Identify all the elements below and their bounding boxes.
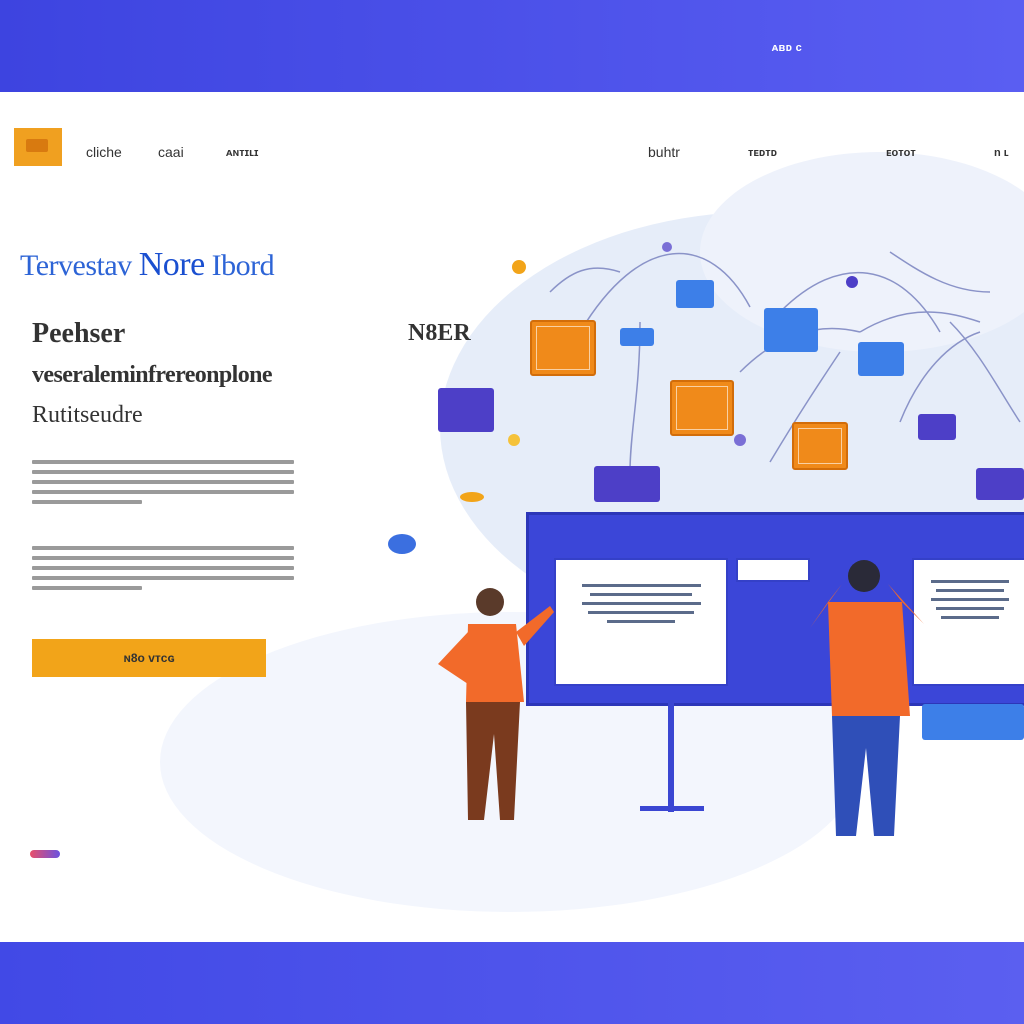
board-stand (640, 806, 704, 811)
nav-link-5[interactable]: ᴛᴇᴅᴛᴅ (748, 147, 777, 159)
cloud-icon (388, 534, 416, 554)
board-screen-label (922, 704, 1024, 740)
board-stand (668, 700, 674, 812)
person-pointing-illustration (438, 588, 554, 820)
nav-link-7[interactable]: n ʟ (994, 147, 1009, 159)
network-node-card (858, 342, 904, 376)
lightbulb-icon (512, 260, 526, 274)
slider-indicator[interactable] (30, 850, 60, 858)
network-node-card (438, 388, 494, 432)
network-node-card (594, 466, 660, 502)
person-thinking-illustration (810, 560, 924, 836)
bottom-band (0, 942, 1024, 1024)
network-node-card (620, 328, 654, 346)
nav-link-1[interactable]: cliche (86, 144, 122, 160)
board-screen (554, 558, 728, 686)
nav-link-4[interactable]: buhtr (648, 144, 680, 160)
network-node-card (670, 380, 734, 436)
cloud-icon (460, 492, 484, 502)
hero-subtitle-line1: Peehser (32, 318, 126, 349)
body-paragraph-1 (32, 460, 294, 510)
lightbulb-icon (508, 434, 520, 446)
network-node-card (792, 422, 848, 470)
network-node-card (918, 414, 956, 440)
hero-subtitle-line3: Rutitseudre (32, 402, 143, 428)
network-node-card (676, 280, 714, 308)
hero-subtitle-line2: veseraleminfrereonplone (32, 362, 273, 388)
hero-title-part3: Ibord (211, 249, 275, 282)
nav-link-3[interactable]: ᴀɴᴛɪʟɪ (226, 147, 259, 159)
hero-subtitle-right: N8ER (408, 320, 471, 346)
board-screen (736, 558, 810, 582)
network-node-card (530, 320, 596, 376)
node-dot-icon (662, 242, 672, 252)
top-band: ᴀʙᴅ ᴄ (0, 0, 1024, 92)
hero-title-part1: Tervestav (20, 249, 132, 282)
landing-page: cliche caai ᴀɴᴛɪʟɪ buhtr ᴛᴇᴅᴛᴅ ᴇᴏᴛᴏᴛ n ʟ… (0, 92, 1024, 942)
node-dot-icon (734, 434, 746, 446)
node-dot-icon (846, 276, 858, 288)
body-paragraph-2 (32, 546, 294, 596)
nav-link-2[interactable]: caai (158, 144, 184, 160)
cta-button[interactable]: ɴ8ᴏ ᴠᴛᴄɢ (32, 639, 266, 677)
network-node-card (976, 468, 1024, 500)
brand-logo[interactable] (14, 128, 62, 166)
nav-link-6[interactable]: ᴇᴏᴛᴏᴛ (886, 147, 916, 159)
top-band-label[interactable]: ᴀʙᴅ ᴄ (772, 42, 802, 54)
hero-title-part2: Nore (138, 246, 205, 283)
hero-title: Tervestav Nore Ibord (20, 246, 275, 284)
network-node-card (764, 308, 818, 352)
